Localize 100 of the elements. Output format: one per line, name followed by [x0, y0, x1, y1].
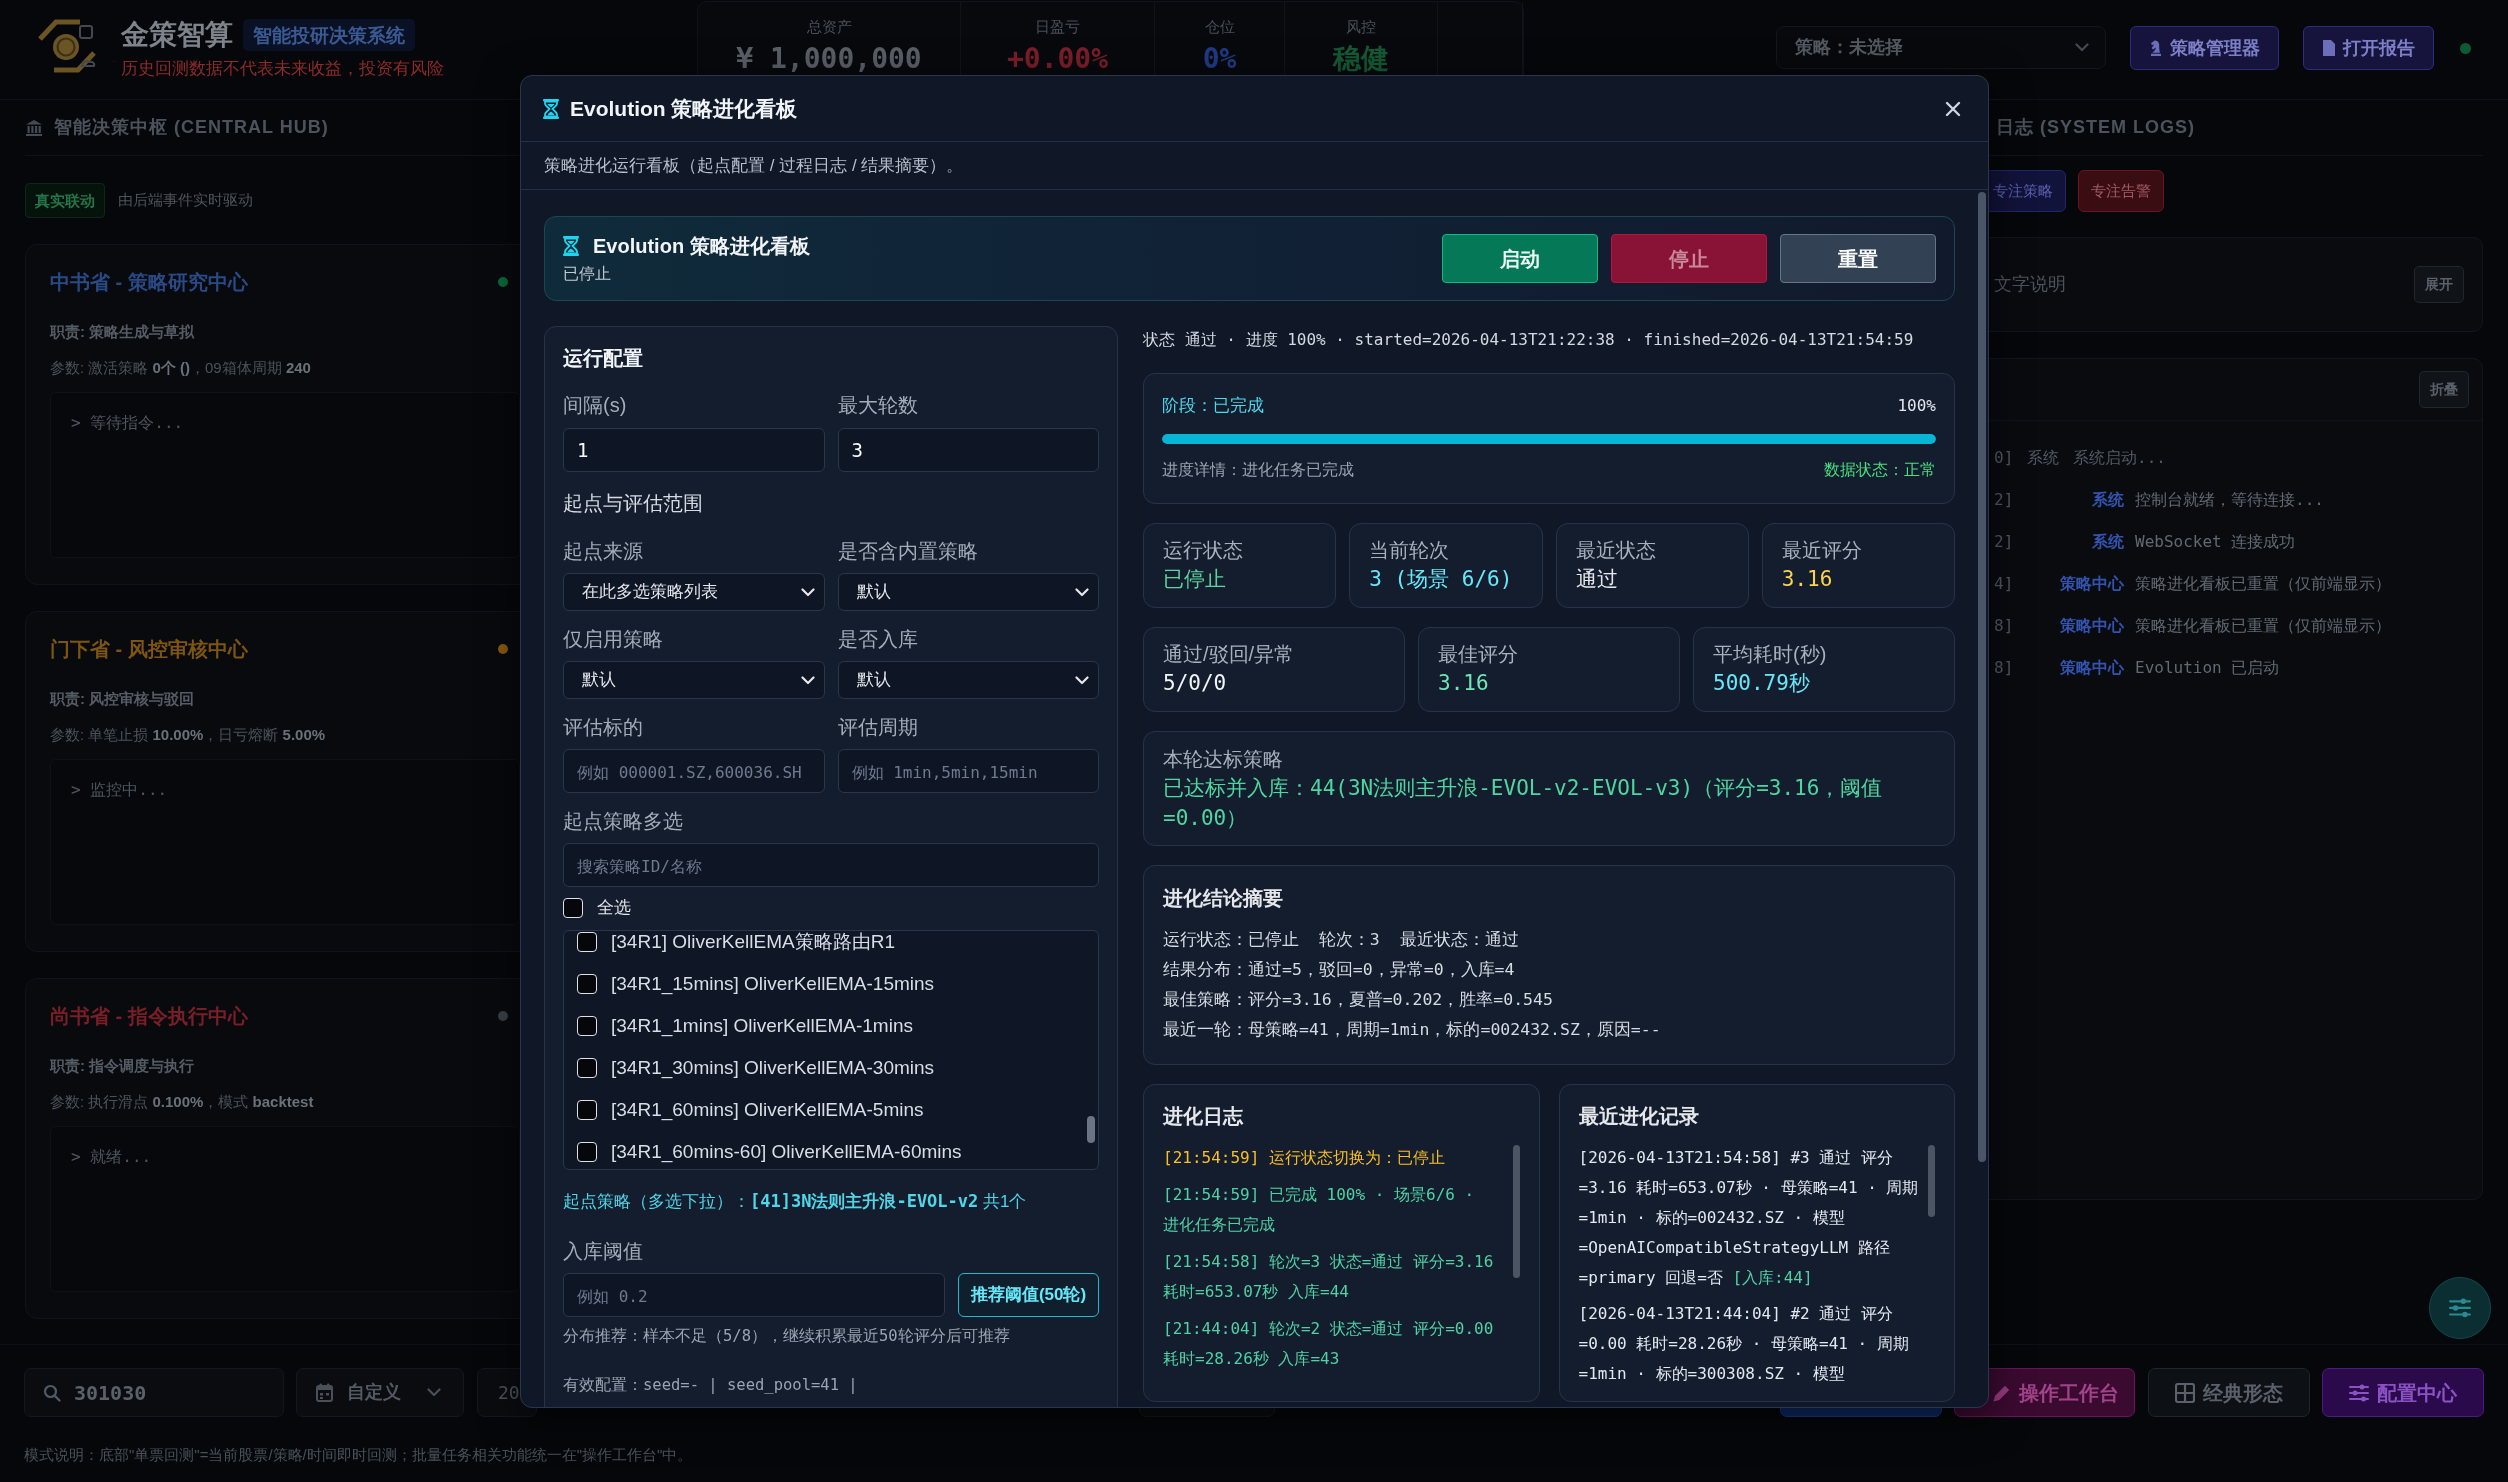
manager-button[interactable]: 策略管理器	[2130, 26, 2279, 70]
log-message: 策略进化看板已重置（仅前端显示）	[2135, 573, 2391, 595]
summary-line: 运行状态：已停止 轮次：3 最近状态：通过	[1163, 929, 1520, 951]
checkbox[interactable]	[563, 898, 583, 918]
stat-label: 总资产	[806, 17, 852, 37]
params-text: 参数: 单笔止损 10.00%，日亏熔断 5.00%	[50, 725, 327, 745]
input-field[interactable]: 例如 1min,5min,15min	[837, 749, 1099, 793]
log-source: 系统	[2091, 489, 2124, 511]
stat-label: 仓位	[1204, 17, 1235, 37]
notes-title: 文字说明	[1994, 273, 2066, 296]
metric-value: 3.16	[1438, 670, 1490, 697]
checkbox[interactable]	[577, 1058, 597, 1078]
config-text: 有效配置：seed=- | seed_pool=41 |	[563, 1375, 859, 1396]
input-field[interactable]: 1	[563, 428, 825, 472]
summary-line: 最近一轮：母策略=41，周期=1min，标的=002432.SZ，原因=--	[1163, 1019, 1662, 1041]
recommend-button[interactable]: 推荐阈值(50轮)	[958, 1273, 1099, 1317]
progress-detail: 进度详情：进化任务已完成	[1162, 460, 1354, 480]
card-title: 进化日志	[1163, 1104, 1244, 1129]
department-title: 中书省 - 策略研究中心	[50, 270, 248, 295]
field-label: 是否入库	[837, 627, 919, 652]
hourglass-icon	[563, 235, 579, 256]
search-field[interactable]: 搜索策略ID/名称	[563, 843, 1099, 887]
input-field[interactable]: 例如 000001.SZ,600036.SH	[563, 749, 825, 793]
log-source: 策略中心	[2059, 657, 2124, 679]
app-title: 金策智算	[121, 18, 233, 52]
params-text: 参数: 激活策略 0个 ()，09箱体周期 240	[50, 358, 312, 378]
scrollbar-thumb[interactable]	[1928, 1145, 1935, 1217]
banner-title: Evolution 策略进化看板	[593, 233, 810, 259]
file-icon	[2322, 39, 2336, 57]
log-message: WebSocket 连接成功	[2135, 531, 2296, 553]
metric-label: 运行状态	[1163, 538, 1244, 563]
chevron-down-icon	[427, 1388, 441, 1397]
option-label[interactable]: [34R1_30mins] OliverKellEMA-30mins	[611, 1053, 935, 1083]
metric-label: 最佳评分	[1438, 642, 1519, 667]
log-message: 策略进化看板已重置（仅前端显示）	[2135, 615, 2391, 637]
duty-text: 职责: 策略生成与草拟	[50, 322, 196, 342]
field-label: 入库阈值	[563, 1239, 644, 1264]
checkbox[interactable]	[577, 932, 597, 952]
summary-line: 结果分布：通过=5，驳回=0，异常=0，入库=4	[1163, 959, 1516, 981]
checkbox-label[interactable]: 全选	[597, 895, 631, 921]
option-label[interactable]: [34R1_60mins] OliverKellEMA-5mins	[611, 1095, 924, 1125]
record-entry: [2026-04-13T21:44:04] #2 通过 评分=0.00 耗时=28.26秒 · 母策略=41 · 周期=1min · 标的=300308.SZ · 模型	[1578, 1303, 1910, 1385]
log-source: 系统	[2091, 531, 2124, 553]
summary-line: 最佳策略：评分=3.16，夏普=0.202，胜率=0.545	[1163, 989, 1554, 1011]
progress-percent: 100%	[1897, 395, 1936, 417]
report-button[interactable]: 打开报告	[2303, 26, 2434, 70]
live-tag: 真实联动	[25, 183, 105, 218]
metric-label: 通过/驳回/异常	[1163, 642, 1296, 667]
terminal-text: > 就绪...	[71, 1146, 153, 1168]
select-field[interactable]: 默认	[837, 661, 1099, 699]
card-title: 进化结论摘要	[1163, 886, 1284, 911]
start-button[interactable]: 启动	[1442, 234, 1598, 283]
scrollbar-thumb[interactable]	[1512, 1145, 1520, 1278]
log-source: 策略中心	[2059, 615, 2124, 637]
selection-summary: 起点策略（多选下拉）：[41]3N法则主升浪-EVOL-v2 共1个	[563, 1190, 1028, 1213]
input-field[interactable]: 3	[837, 428, 1099, 472]
input-field[interactable]: 例如 0.2	[563, 1273, 945, 1317]
banner-state: 已停止	[563, 263, 612, 284]
section-title: 起点与评估范围	[563, 491, 704, 516]
grid-icon	[2175, 1382, 2195, 1403]
log-timestamp: 4]	[1994, 573, 2015, 595]
result-text: 已达标并入库：44(3N法则主升浪-EVOL-v2-EVOL-v3)（评分=3.16，阈值=0.00）	[1163, 775, 1884, 832]
card-title: 运行配置	[563, 346, 644, 371]
chevron-down-icon	[1075, 587, 1089, 597]
stat-value: 0%	[1202, 41, 1237, 77]
modal-subtitle: 策略进化运行看板（起点配置 / 过程日志 / 结果摘要）。	[544, 154, 964, 177]
calendar-icon	[316, 1383, 333, 1402]
field-label: 起点策略多选	[563, 809, 684, 834]
log-entry: [21:44:04] 轮次=2 状态=通过 评分=0.00 耗时=28.26秒 入库=43	[1163, 1318, 1495, 1370]
select-field[interactable]: 默认	[837, 573, 1099, 611]
option-label[interactable]: [34R1_15mins] OliverKellEMA-15mins	[611, 969, 935, 999]
scrollbar-thumb[interactable]	[1087, 1116, 1095, 1143]
select-field[interactable]: 在此多选策略列表	[563, 573, 825, 611]
log-entry: [21:54:59] 已完成 100% · 场景6/6 · 进化任务已完成	[1163, 1184, 1476, 1236]
duty-text: 职责: 指令调度与执行	[50, 1056, 196, 1076]
terminal-text: > 等待指令...	[71, 412, 185, 434]
log-timestamp: 0]	[1994, 447, 2015, 469]
stat-value: ¥ 1,000,000	[736, 41, 922, 77]
data-state: 数据状态：正常	[1824, 460, 1936, 480]
coin-logo-icon	[36, 17, 98, 75]
checkbox[interactable]	[577, 1016, 597, 1036]
checkbox[interactable]	[577, 974, 597, 994]
option-label[interactable]: [34R1] OliverKellEMA策略路由R1	[611, 931, 896, 957]
field-label: 评估标的	[563, 715, 644, 740]
department-title: 门下省 - 风控审核中心	[50, 637, 248, 662]
chevron-down-icon	[1075, 675, 1089, 685]
checkbox[interactable]	[577, 1100, 597, 1120]
select-field[interactable]: 默认	[563, 661, 825, 699]
stat-value: 稳健	[1333, 41, 1389, 77]
option-label[interactable]: [34R1_60mins-60] OliverKellEMA-60mins	[611, 1137, 962, 1167]
reset-button[interactable]: 重置	[1780, 234, 1936, 283]
pen-icon	[1993, 1383, 2011, 1402]
chevron-down-icon	[800, 675, 815, 685]
option-label[interactable]: [34R1_1mins] OliverKellEMA-1mins	[611, 1011, 913, 1041]
log-timestamp: 2]	[1994, 489, 2015, 511]
chevron-down-icon	[2075, 43, 2089, 52]
scrollbar-thumb[interactable]	[1978, 192, 1986, 1162]
chess-piece-icon	[2149, 39, 2163, 57]
checkbox[interactable]	[577, 1142, 597, 1162]
metric-value: 500.79秒	[1713, 670, 1811, 697]
